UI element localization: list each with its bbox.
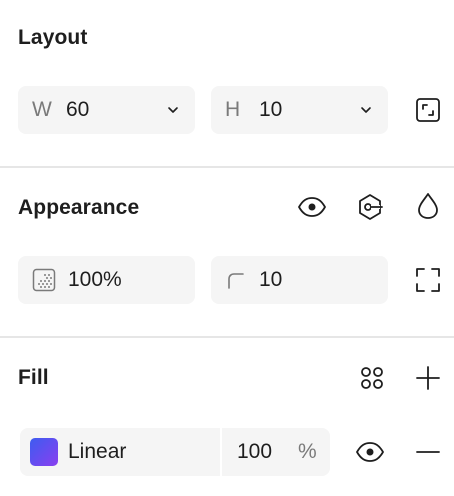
height-field[interactable]: H 10 <box>211 86 388 134</box>
gradient-swatch[interactable] <box>30 438 58 466</box>
appearance-section-title: Appearance <box>18 196 140 219</box>
corner-radius-field[interactable]: 10 <box>211 256 388 304</box>
blend-mode-button[interactable] <box>412 190 444 222</box>
minus-icon <box>416 451 440 453</box>
fill-section-title: Fill <box>18 366 49 389</box>
expand-corners-icon <box>416 268 440 292</box>
corner-radius-value: 10 <box>259 268 283 291</box>
add-fill-button[interactable] <box>412 362 444 394</box>
opacity-grid-icon <box>32 268 68 292</box>
section-divider <box>0 166 454 168</box>
droplet-icon <box>418 193 438 219</box>
component-variant-button[interactable] <box>354 191 386 223</box>
remove-fill-button[interactable] <box>412 436 444 468</box>
width-prefix: W <box>32 98 52 121</box>
independent-corners-button[interactable] <box>412 264 444 296</box>
fill-styles-button[interactable] <box>356 362 388 394</box>
height-value: 10 <box>259 98 283 121</box>
plus-icon <box>416 366 440 390</box>
fill-row-separator <box>220 428 222 476</box>
chevron-down-icon[interactable] <box>165 102 181 118</box>
resize-to-fit-button[interactable] <box>412 94 444 126</box>
eye-icon <box>298 197 326 217</box>
opacity-value: 100% <box>68 268 122 291</box>
fill-opacity-unit: % <box>298 440 317 463</box>
eye-icon <box>356 442 384 462</box>
chevron-down-icon[interactable] <box>358 102 374 118</box>
height-prefix: H <box>225 98 241 121</box>
corner-radius-icon <box>225 268 259 292</box>
toggle-fill-visibility-button[interactable] <box>354 436 386 468</box>
styles-grid-icon <box>361 367 383 389</box>
fill-type-label: Linear <box>68 440 127 463</box>
layout-section-title: Layout <box>18 26 88 49</box>
fill-row[interactable]: Linear 100 % <box>20 428 330 476</box>
resize-to-fit-icon <box>416 98 440 122</box>
section-divider <box>0 336 454 338</box>
fill-opacity-value[interactable]: 100 <box>237 440 272 464</box>
width-field[interactable]: W 60 <box>18 86 195 134</box>
toggle-visibility-button[interactable] <box>296 191 328 223</box>
width-value: 60 <box>66 98 90 121</box>
opacity-field[interactable]: 100% <box>18 256 195 304</box>
component-variant-icon <box>359 194 383 220</box>
